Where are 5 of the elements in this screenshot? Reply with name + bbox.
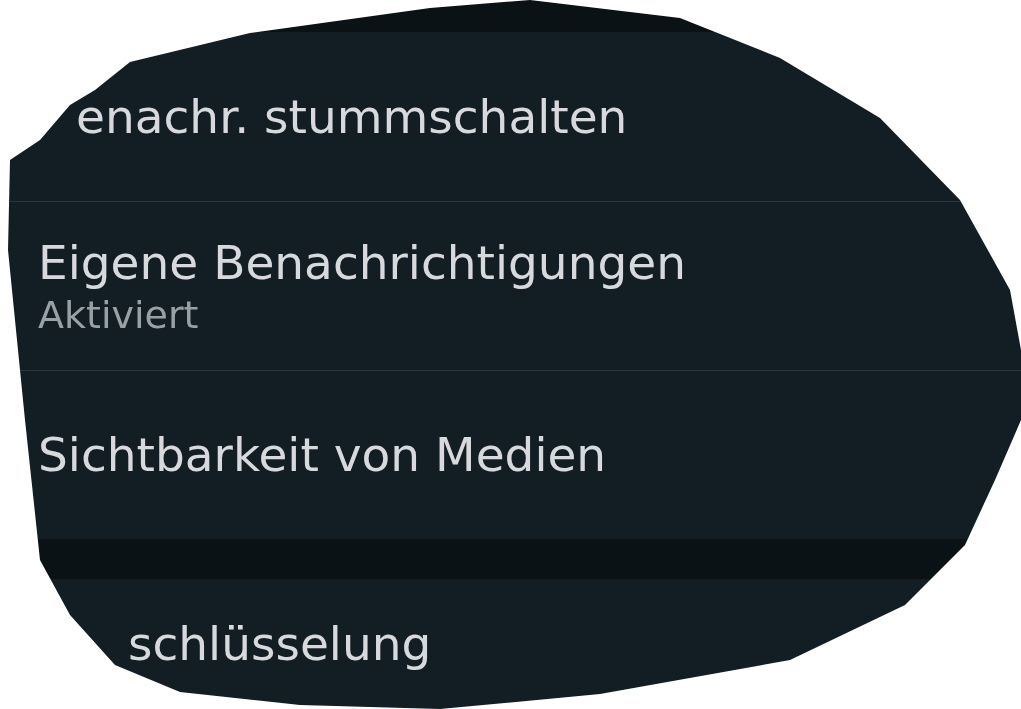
setting-subtitle: Aktiviert [38,292,199,338]
setting-title[interactable]: Sichtbarkeit von Medien [38,426,607,484]
setting-title[interactable]: schlüsselung [128,615,432,673]
setting-title[interactable]: enachr. stummschalten [76,87,628,146]
setting-title[interactable]: Eigene Benachrichtigungen [38,234,686,292]
